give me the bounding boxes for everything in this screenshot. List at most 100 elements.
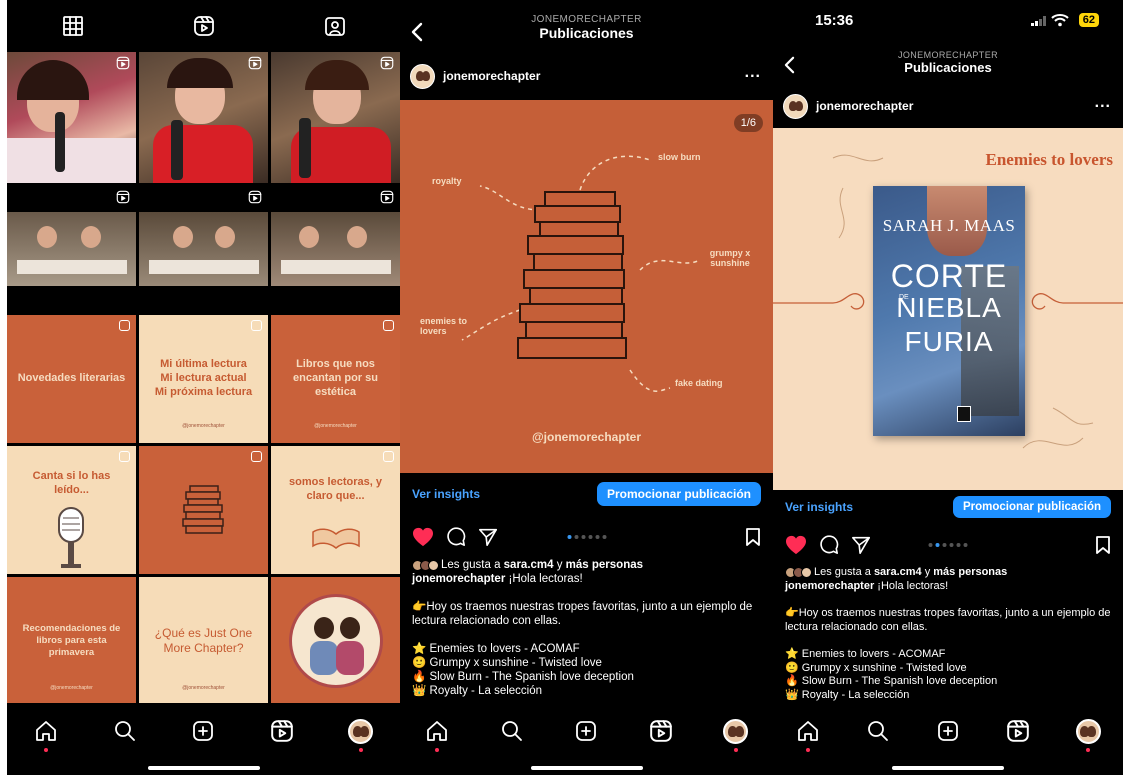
reel-icon	[248, 56, 262, 70]
chevron-left-icon	[411, 22, 423, 42]
bookmark-icon[interactable]	[745, 527, 761, 547]
nav-search[interactable]	[111, 717, 139, 745]
logo-illustration	[288, 594, 383, 688]
post-tile-handle: @jonemorechapter	[182, 423, 225, 429]
nav-search[interactable]	[498, 717, 526, 745]
reel-thumbnail[interactable]	[271, 52, 400, 183]
reel-thumbnail[interactable]	[7, 186, 136, 317]
nav-reels[interactable]	[1004, 717, 1032, 745]
post-tile[interactable]: Mi última lectura Mi lectura actual Mi p…	[139, 315, 268, 443]
reel-icon	[380, 190, 394, 204]
reel-thumbnail[interactable]	[139, 52, 268, 183]
author-avatar[interactable]	[783, 93, 808, 119]
comment-icon[interactable]	[819, 535, 839, 555]
plus-square-icon	[193, 721, 214, 741]
post-tile[interactable]: Libros que nos encantan por su estética @…	[271, 315, 400, 443]
grid-tab-icon[interactable]	[62, 15, 84, 37]
heart-icon[interactable]	[412, 527, 434, 547]
tagged-tab-icon[interactable]	[324, 15, 346, 37]
likes-mid: y	[921, 566, 934, 578]
post-tile[interactable]: Canta si lo has leído...	[7, 446, 136, 574]
nav-profile[interactable]	[722, 717, 750, 752]
image-handle: @jonemorechapter	[531, 430, 642, 444]
likes-prefix: Les gusta a	[441, 559, 504, 571]
search-icon	[868, 721, 888, 741]
trope-label: enemies to lovers	[420, 316, 468, 336]
reel-thumbnail[interactable]	[271, 186, 400, 317]
author-name[interactable]: jonemorechapter	[443, 69, 540, 83]
nav-search[interactable]	[864, 717, 892, 745]
caption-user[interactable]: jonemorechapter	[785, 580, 874, 592]
nav-reels[interactable]	[647, 717, 675, 745]
home-indicator	[147, 766, 260, 770]
caption-line: 🙂 Grumpy x sunshine - Twisted love	[412, 657, 602, 669]
insights-bar: Ver insights Promocionar publicación	[773, 496, 1123, 518]
heart-icon[interactable]	[785, 535, 807, 555]
battery-level: 62	[1078, 13, 1099, 27]
post-tile[interactable]: somos lectoras, y claro que...	[271, 446, 400, 574]
home-icon	[798, 721, 818, 741]
post-tile[interactable]	[271, 577, 400, 705]
carousel-pager	[567, 535, 606, 539]
post-tile[interactable]: Recomendaciones de libros para esta prim…	[7, 577, 136, 705]
back-button[interactable]	[410, 22, 424, 42]
nav-create[interactable]	[189, 717, 217, 745]
nav-create[interactable]	[934, 717, 962, 745]
promote-post-button[interactable]: Promocionar publicación	[952, 496, 1111, 518]
caption-line: 🔥 Slow Burn - The Spanish love deception	[785, 675, 998, 687]
more-options-button[interactable]: ...	[1095, 94, 1111, 112]
profile-tab-bar	[7, 0, 400, 52]
promote-post-button[interactable]: Promocionar publicación	[596, 482, 761, 506]
liker-avatars	[412, 559, 439, 571]
comment-icon[interactable]	[446, 527, 466, 547]
view-insights-link[interactable]: Ver insights	[412, 487, 480, 501]
header-title: Publicaciones	[539, 25, 634, 41]
book-post-screen: 15:36 62 JONEMORECHAPTER Publicaciones j…	[773, 0, 1123, 775]
post-tile[interactable]: ¿Qué es Just One More Chapter? @jonemorec…	[139, 577, 268, 705]
post-tile-text: Canta si lo has leído...	[32, 470, 111, 496]
search-icon	[501, 721, 522, 741]
liker-avatars	[785, 567, 812, 579]
nav-home[interactable]	[423, 717, 451, 752]
nav-reels[interactable]	[268, 717, 296, 745]
header-title: Publicaciones	[904, 60, 992, 75]
post-tile[interactable]: Novedades literarias	[7, 315, 136, 443]
likes-user[interactable]: sara.cm4	[504, 559, 554, 571]
bookmark-icon[interactable]	[1095, 535, 1111, 555]
share-icon[interactable]	[478, 527, 498, 547]
view-insights-link[interactable]: Ver insights	[785, 500, 853, 514]
carousel-icon	[383, 320, 394, 331]
likes-others[interactable]: más personas	[566, 559, 643, 571]
back-button[interactable]	[783, 56, 796, 74]
notification-dot	[44, 748, 49, 752]
post-tile-handle: @jonemorechapter	[50, 685, 93, 691]
author-avatar[interactable]	[410, 63, 435, 89]
nav-profile[interactable]	[347, 717, 375, 752]
post-tile[interactable]	[139, 446, 268, 574]
post-image[interactable]: 1/6 slow burn royalty grumpy x sunshine …	[400, 100, 773, 473]
reel-icon	[116, 190, 130, 204]
notification-dot	[733, 748, 738, 752]
post-tile-text: Novedades literarias	[17, 372, 126, 385]
more-options-button[interactable]: ...	[745, 64, 761, 82]
bottom-nav	[7, 703, 400, 775]
reel-thumbnail[interactable]	[7, 52, 136, 183]
caption-user[interactable]: jonemorechapter	[412, 573, 505, 585]
nav-home[interactable]	[32, 717, 60, 752]
reel-icon	[380, 56, 394, 70]
likes-user[interactable]: sara.cm4	[874, 566, 922, 578]
nav-profile[interactable]	[1074, 717, 1102, 752]
reel-thumbnail[interactable]	[139, 186, 268, 317]
reels-tab-icon[interactable]	[193, 15, 215, 37]
post-image[interactable]: Enemies to lovers SARAH J. MAAS CORTE DE…	[773, 128, 1123, 490]
plus-square-icon	[938, 721, 958, 741]
book-title-1: CORTE	[890, 258, 1008, 294]
status-bar: 15:36 62	[773, 0, 1123, 40]
author-name[interactable]: jonemorechapter	[816, 99, 913, 113]
share-icon[interactable]	[851, 535, 871, 555]
caption-line: ⭐ Enemies to lovers - ACOMAF	[412, 643, 580, 655]
nav-home[interactable]	[794, 717, 822, 752]
chevron-left-icon	[784, 56, 795, 74]
nav-create[interactable]	[572, 717, 600, 745]
likes-others[interactable]: más personas	[933, 566, 1007, 578]
